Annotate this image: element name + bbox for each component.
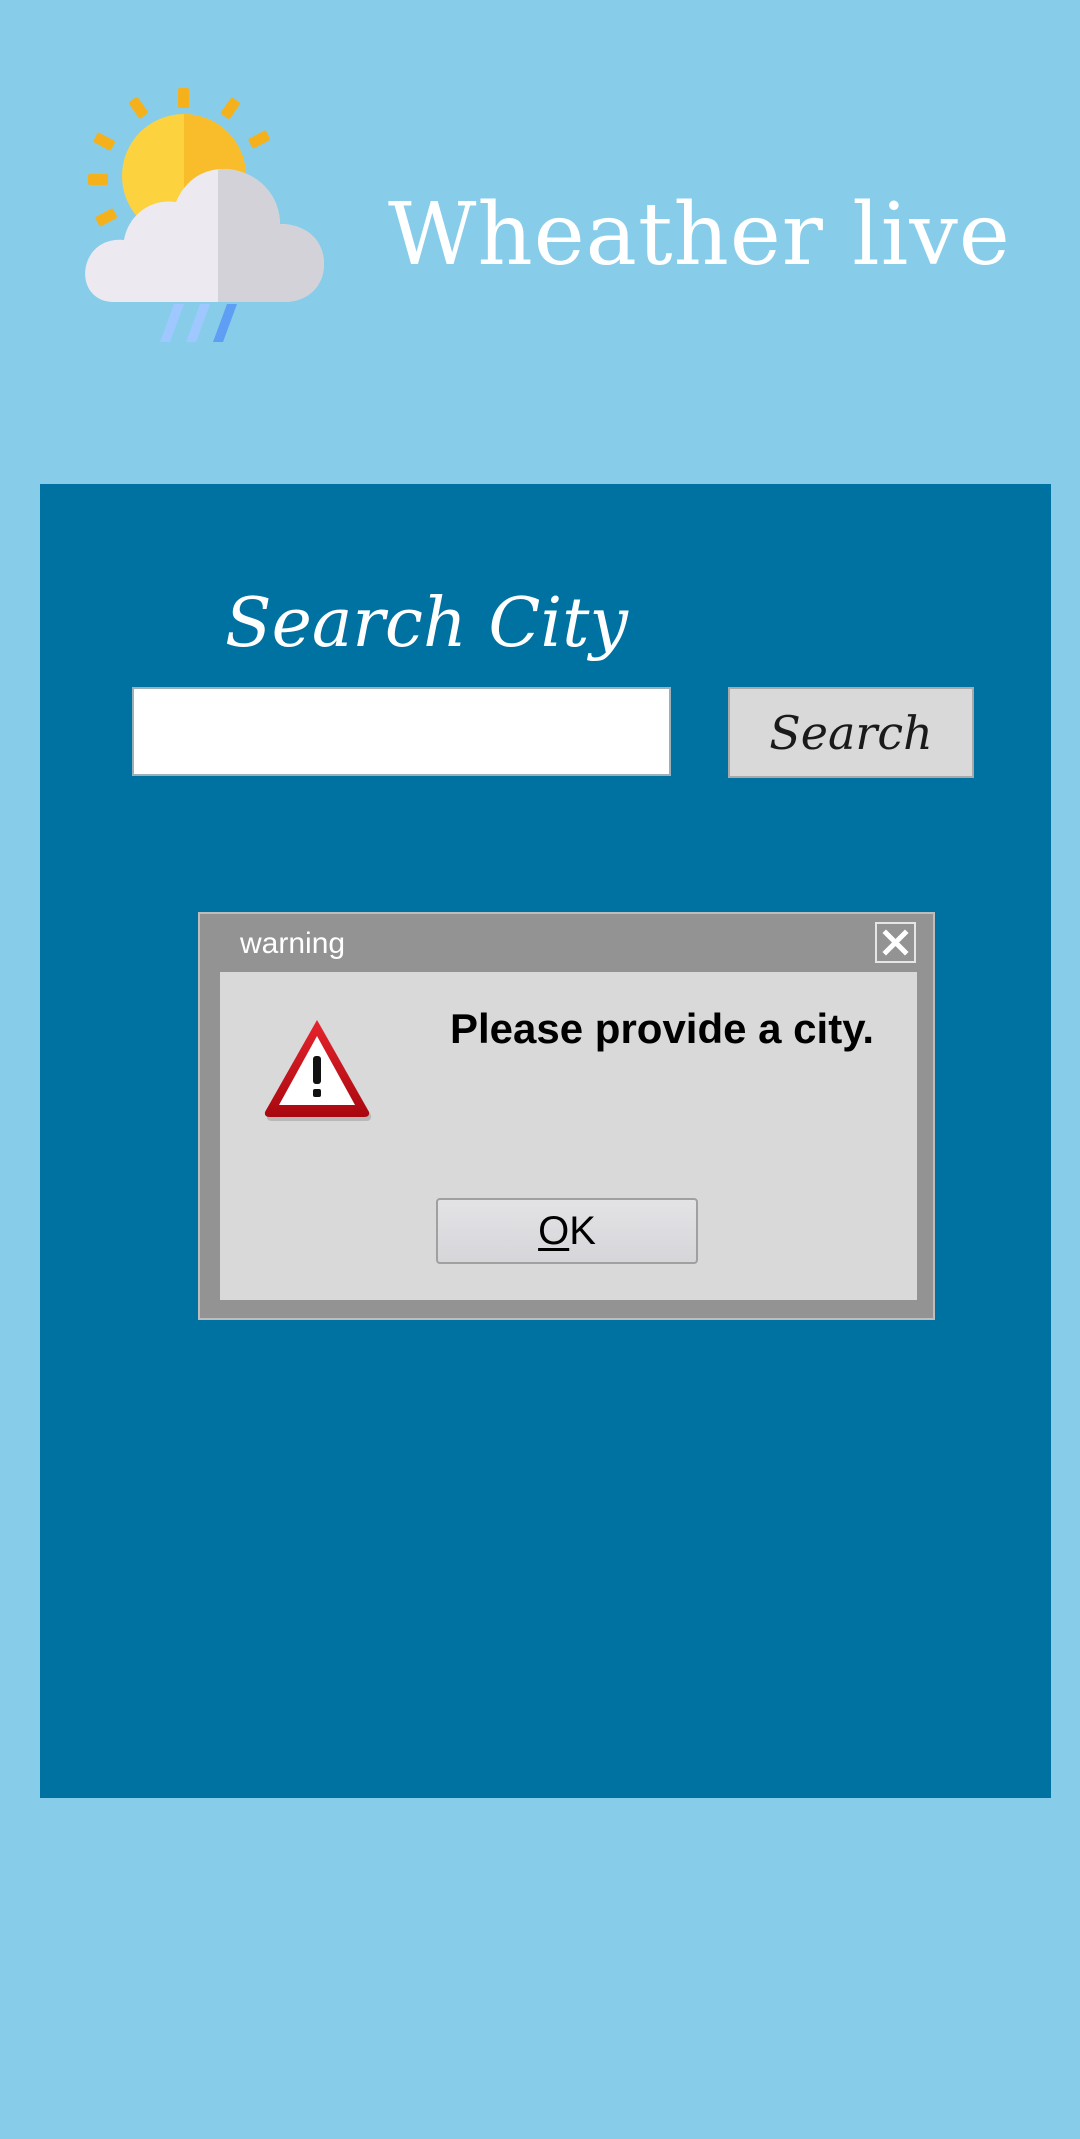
dialog-close-button[interactable] [875, 922, 916, 963]
ok-label-rest: K [569, 1209, 596, 1253]
dialog-title: warning [240, 927, 346, 960]
weather-sun-cloud-rain-icon [85, 88, 324, 342]
search-button[interactable]: Search [728, 687, 974, 778]
close-icon [882, 929, 909, 956]
warning-dialog: warning Please provide a city. OK [198, 912, 935, 1320]
app-title: Wheather live [388, 185, 1011, 285]
dialog-message: Please provide a city. [450, 1005, 875, 1052]
dialog-body: Please provide a city. OK [220, 972, 917, 1300]
ok-label-mnemonic: O [538, 1209, 570, 1253]
search-city-label: Search City [225, 584, 628, 663]
search-panel: Search City Search warning Please provid… [40, 484, 1051, 1798]
app-header: Wheather live [0, 0, 1080, 420]
city-search-input[interactable] [132, 687, 671, 776]
ok-button[interactable]: OK [436, 1198, 698, 1264]
warning-triangle-icon [264, 1020, 372, 1121]
